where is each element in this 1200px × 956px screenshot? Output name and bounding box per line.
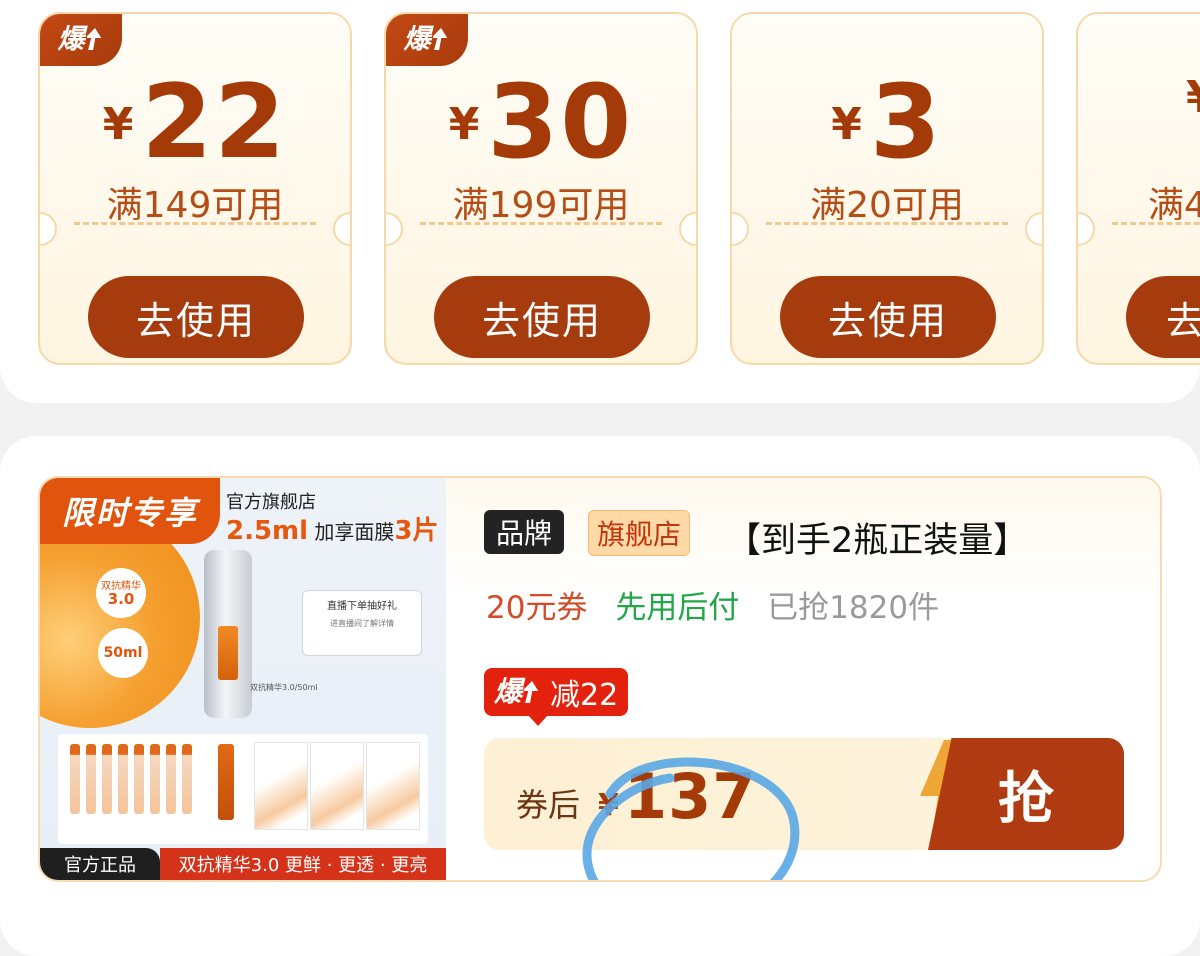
serum-bottle bbox=[204, 550, 252, 718]
use-coupon-button[interactable]: 去 bbox=[1126, 276, 1200, 358]
product-panel: 双抗精华 3.0 50ml 官方旗舰店 2.5ml 加享面膜3片 直播下单抽好礼… bbox=[0, 436, 1200, 956]
hot-badge-label: 爆 bbox=[57, 23, 85, 55]
slogan-bar: 双抗精华3.0 更鲜 · 更透 · 更亮 bbox=[160, 848, 446, 880]
gift-subtitle: 进直播间了解详情 bbox=[330, 619, 394, 628]
coupon-value: 30 bbox=[487, 63, 634, 182]
coupon-condition: 满149可用 bbox=[106, 185, 284, 226]
badge-pointer bbox=[528, 715, 548, 726]
brand-tag: 品牌 bbox=[484, 510, 565, 554]
hot-badge: 爆 bbox=[40, 14, 122, 66]
price-label: 券后 bbox=[516, 786, 581, 824]
dashed-divider bbox=[766, 222, 1008, 225]
dashed-divider bbox=[1112, 222, 1200, 225]
product-image[interactable]: 双抗精华 3.0 50ml 官方旗舰店 2.5ml 加享面膜3片 直播下单抽好礼… bbox=[40, 478, 446, 880]
up-arrow-icon bbox=[432, 28, 447, 50]
dashed-divider bbox=[420, 222, 662, 225]
coupon-strip: 爆 ¥22 满149可用 去使用 爆 ¥30 满199可用 去使用 ¥3 满20… bbox=[0, 0, 1200, 403]
coupon-value: 22 bbox=[141, 63, 288, 182]
flagship-store-tag: 旗舰店 bbox=[588, 510, 691, 556]
grab-button[interactable]: 抢 bbox=[928, 738, 1124, 850]
vial bbox=[134, 744, 144, 814]
mask-pack bbox=[254, 742, 308, 830]
coupon-card[interactable]: 爆 ¥22 满149可用 去使用 bbox=[38, 12, 352, 365]
vial bbox=[70, 744, 80, 814]
currency-symbol: ¥ bbox=[102, 99, 134, 150]
use-coupon-button[interactable]: 去使用 bbox=[88, 276, 304, 358]
vial bbox=[166, 744, 176, 814]
use-coupon-button[interactable]: 去使用 bbox=[434, 276, 650, 358]
currency-symbol: ¥ bbox=[831, 99, 862, 150]
bonus-volume: 2.5ml bbox=[226, 516, 309, 546]
sold-count: 已抢1820件 bbox=[767, 590, 940, 626]
hot-badge-label: 爆 bbox=[494, 675, 523, 708]
vial bbox=[150, 744, 160, 814]
volume-badge: 50ml bbox=[98, 628, 148, 678]
vials-set bbox=[58, 734, 428, 844]
hot-discount-badge: 爆 减22 bbox=[484, 668, 629, 726]
dashed-divider bbox=[74, 222, 316, 225]
bottle-caption: 双抗精华3.0/50ml bbox=[250, 683, 318, 692]
limited-time-tag: 限时专享 bbox=[40, 478, 220, 544]
mask-pack bbox=[366, 742, 420, 830]
essence-badge-version: 3.0 bbox=[107, 590, 135, 608]
image-bonus-text: 2.5ml 加享面膜3片 bbox=[226, 510, 439, 547]
discount-amount: 减22 bbox=[550, 678, 619, 713]
currency-symbol: ¥ bbox=[1186, 72, 1200, 123]
gift-title: 直播下单抽好礼 bbox=[327, 601, 397, 612]
up-arrow-icon bbox=[86, 28, 101, 50]
vial bbox=[118, 744, 128, 814]
pay-later-benefit: 先用后付 bbox=[615, 590, 740, 626]
product-card[interactable]: 双抗精华 3.0 50ml 官方旗舰店 2.5ml 加享面膜3片 直播下单抽好礼… bbox=[38, 476, 1162, 882]
vial bbox=[182, 744, 192, 814]
hot-badge-label: 爆 bbox=[403, 23, 431, 55]
gift-box: 直播下单抽好礼 进直播间了解详情 bbox=[302, 590, 422, 656]
coupon-condition: 满20可用 bbox=[810, 185, 964, 226]
coupon-value: 3 bbox=[869, 63, 943, 182]
benefit-row: 20元券 先用后付 已抢1820件 bbox=[486, 582, 957, 627]
coupon-amount: ¥3 bbox=[732, 72, 1042, 174]
genuine-tag: 官方正品 bbox=[40, 848, 160, 880]
use-coupon-button[interactable]: 去使用 bbox=[780, 276, 996, 358]
coupon-amount: ¥ bbox=[1078, 72, 1200, 134]
mask-pack bbox=[310, 742, 364, 830]
coupon-condition: 满4 bbox=[1148, 185, 1200, 226]
vial bbox=[86, 744, 96, 814]
up-arrow-icon bbox=[524, 681, 539, 703]
coupon-amount: ¥22 bbox=[40, 72, 350, 174]
currency-symbol: ¥ bbox=[598, 788, 619, 823]
hot-badge: 爆 bbox=[386, 14, 468, 66]
coupon-card[interactable]: ¥3 满20可用 去使用 bbox=[730, 12, 1044, 365]
bottle-band bbox=[218, 626, 238, 680]
bonus-count: 3片 bbox=[394, 516, 439, 546]
coupon-amount: ¥30 bbox=[386, 72, 696, 174]
coupon-card[interactable]: 爆 ¥30 满199可用 去使用 bbox=[384, 12, 698, 365]
coupon-benefit: 20元券 bbox=[486, 590, 588, 626]
coupon-card[interactable]: ¥ 满4 去 bbox=[1076, 12, 1200, 365]
essence-badge: 双抗精华 3.0 bbox=[96, 568, 146, 618]
price-bar[interactable]: 券后 ¥ 137 抢 bbox=[484, 738, 1124, 850]
product-title[interactable]: 【到手2瓶正装量】 bbox=[726, 512, 1028, 563]
currency-symbol: ¥ bbox=[448, 99, 480, 150]
coupon-condition: 满199可用 bbox=[452, 185, 630, 226]
bonus-middle: 加享面膜 bbox=[308, 520, 395, 544]
price-value: 137 bbox=[624, 760, 757, 833]
vial bbox=[102, 744, 112, 814]
orange-bottle bbox=[218, 744, 234, 820]
